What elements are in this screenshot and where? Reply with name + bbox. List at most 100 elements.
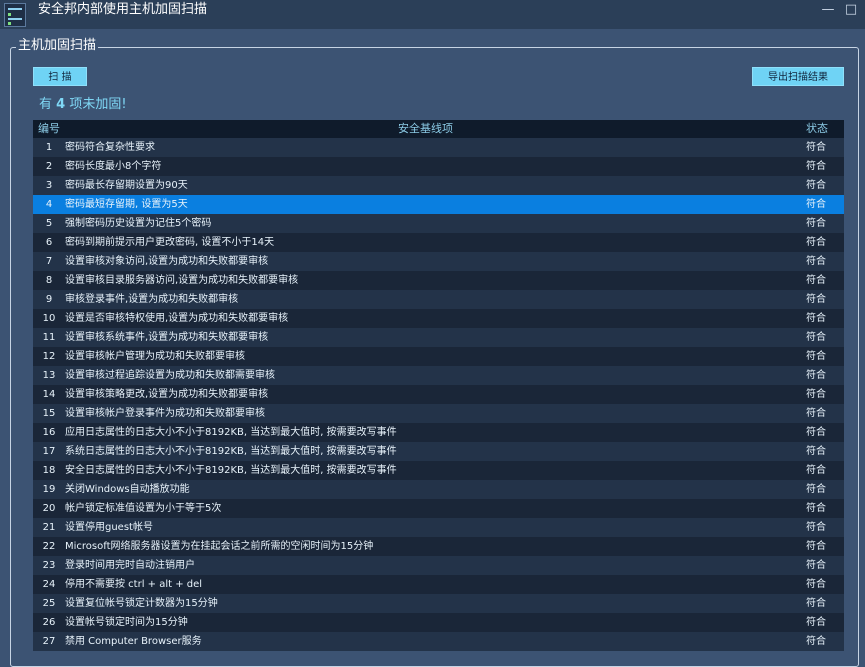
- table-row[interactable]: 17 系统日志属性的日志大小不小于8192KB, 当达到最大值时, 按需要改写事件…: [33, 442, 844, 461]
- row-number: 6: [45, 237, 53, 248]
- row-status: 符合: [806, 351, 826, 362]
- row-baseline-item: 系统日志属性的日志大小不小于8192KB, 当达到最大值时, 按需要改写事件: [65, 446, 397, 457]
- row-status: 符合: [806, 332, 826, 343]
- row-number: 17: [42, 446, 56, 457]
- table-row[interactable]: 11 设置审核系统事件,设置为成功和失败都要审核 符合: [33, 328, 844, 347]
- row-status: 符合: [806, 237, 826, 248]
- row-baseline-item: 密码最短存留期, 设置为5天: [65, 199, 188, 210]
- table-row[interactable]: 6 密码到期前提示用户更改密码, 设置不小于14天 符合: [33, 233, 844, 252]
- table-row[interactable]: 3 密码最长存留期设置为90天 符合: [33, 176, 844, 195]
- row-number: 11: [42, 332, 56, 343]
- row-number: 12: [42, 351, 56, 362]
- header-item[interactable]: 安全基线项: [398, 120, 453, 138]
- table-row[interactable]: 5 强制密码历史设置为记住5个密码 符合: [33, 214, 844, 233]
- row-status: 符合: [806, 446, 826, 457]
- row-number: 2: [45, 161, 53, 172]
- row-status: 符合: [806, 636, 826, 647]
- row-baseline-item: 应用日志属性的日志大小不小于8192KB, 当达到最大值时, 按需要改写事件: [65, 427, 397, 438]
- table-row[interactable]: 10 设置是否审核特权使用,设置为成功和失败都要审核 符合: [33, 309, 844, 328]
- row-status: 符合: [806, 465, 826, 476]
- row-number: 26: [42, 617, 56, 628]
- row-status: 符合: [806, 161, 826, 172]
- row-status: 符合: [806, 199, 826, 210]
- table-row[interactable]: 8 设置审核目录服务器访问,设置为成功和失败都要审核 符合: [33, 271, 844, 290]
- row-status: 符合: [806, 484, 826, 495]
- unhardened-summary: 有 4 项未加固!: [39, 96, 127, 114]
- row-status: 符合: [806, 275, 826, 286]
- row-baseline-item: 关闭Windows自动播放功能: [65, 484, 190, 495]
- table-row[interactable]: 14 设置审核策略更改,设置为成功和失败都要审核 符合: [33, 385, 844, 404]
- table-row[interactable]: 15 设置审核帐户登录事件为成功和失败都要审核 符合: [33, 404, 844, 423]
- row-status: 符合: [806, 256, 826, 267]
- export-results-button[interactable]: 导出扫描结果: [752, 67, 844, 86]
- row-status: 符合: [806, 541, 826, 552]
- summary-prefix: 有: [39, 97, 57, 112]
- table-row[interactable]: 19 关闭Windows自动播放功能 符合: [33, 480, 844, 499]
- row-baseline-item: 设置审核系统事件,设置为成功和失败都要审核: [65, 332, 269, 343]
- table-row[interactable]: 24 停用不需要按 ctrl + alt + del 符合: [33, 575, 844, 594]
- row-number: 25: [42, 598, 56, 609]
- row-baseline-item: 密码长度最小8个字符: [65, 161, 162, 172]
- row-baseline-item: 设置审核过程追踪设置为成功和失败都需要审核: [65, 370, 275, 381]
- row-baseline-item: 设置帐号锁定时间为15分钟: [65, 617, 188, 628]
- unhardened-count: 4: [56, 97, 66, 112]
- header-no[interactable]: 编号: [38, 120, 60, 138]
- row-status: 符合: [806, 142, 826, 153]
- row-baseline-item: 帐户锁定标准值设置为小于等于5次: [65, 503, 222, 514]
- row-status: 符合: [806, 598, 826, 609]
- table-row[interactable]: 26 设置帐号锁定时间为15分钟 符合: [33, 613, 844, 632]
- row-number: 3: [45, 180, 53, 191]
- row-number: 22: [42, 541, 56, 552]
- row-number: 19: [42, 484, 56, 495]
- row-status: 符合: [806, 180, 826, 191]
- row-baseline-item: 强制密码历史设置为记住5个密码: [65, 218, 212, 229]
- row-status: 符合: [806, 503, 826, 514]
- row-baseline-item: 设置是否审核特权使用,设置为成功和失败都要审核: [65, 313, 289, 324]
- table-row[interactable]: 1 密码符合复杂性要求 符合: [33, 138, 844, 157]
- app-shield-list-icon: [4, 3, 26, 27]
- row-baseline-item: 设置审核对象访问,设置为成功和失败都要审核: [65, 256, 269, 267]
- row-number: 21: [42, 522, 56, 533]
- table-row[interactable]: 13 设置审核过程追踪设置为成功和失败都需要审核 符合: [33, 366, 844, 385]
- row-number: 4: [45, 199, 53, 210]
- row-status: 符合: [806, 218, 826, 229]
- table-row[interactable]: 21 设置停用guest帐号 符合: [33, 518, 844, 537]
- table-row[interactable]: 23 登录时间用完时自动注销用户 符合: [33, 556, 844, 575]
- table-row[interactable]: 16 应用日志属性的日志大小不小于8192KB, 当达到最大值时, 按需要改写事件…: [33, 423, 844, 442]
- table-row[interactable]: 25 设置复位帐号锁定计数器为15分钟 符合: [33, 594, 844, 613]
- row-status: 符合: [806, 617, 826, 628]
- row-number: 27: [42, 636, 56, 647]
- table-row[interactable]: 18 安全日志属性的日志大小不小于8192KB, 当达到最大值时, 按需要改写事件…: [33, 461, 844, 480]
- table-row[interactable]: 22 Microsoft网络服务器设置为在挂起会话之前所需的空闲时间为15分钟 符合: [33, 537, 844, 556]
- minimize-button[interactable]: —: [820, 2, 836, 18]
- table-row[interactable]: 12 设置审核帐户管理为成功和失败都要审核 符合: [33, 347, 844, 366]
- window-title: 安全邦内部使用主机加固扫描: [38, 2, 208, 17]
- row-number: 18: [42, 465, 56, 476]
- table-row[interactable]: 7 设置审核对象访问,设置为成功和失败都要审核 符合: [33, 252, 844, 271]
- maximize-button[interactable]: □: [843, 2, 859, 18]
- table-row[interactable]: 2 密码长度最小8个字符 符合: [33, 157, 844, 176]
- row-number: 5: [45, 218, 53, 229]
- row-status: 符合: [806, 313, 826, 324]
- table-header: 编号 安全基线项 状态: [33, 120, 844, 138]
- scan-button[interactable]: 扫 描: [33, 67, 87, 86]
- table-row[interactable]: 27 禁用 Computer Browser服务 符合: [33, 632, 844, 651]
- table-row[interactable]: 9 审核登录事件,设置为成功和失败都审核 符合: [33, 290, 844, 309]
- row-number: 16: [42, 427, 56, 438]
- row-baseline-item: 安全日志属性的日志大小不小于8192KB, 当达到最大值时, 按需要改写事件: [65, 465, 397, 476]
- row-status: 符合: [806, 560, 826, 571]
- row-number: 20: [42, 503, 56, 514]
- row-number: 10: [42, 313, 56, 324]
- table-row[interactable]: 4 密码最短存留期, 设置为5天 符合: [33, 195, 844, 214]
- row-number: 9: [45, 294, 53, 305]
- row-baseline-item: 设置审核策略更改,设置为成功和失败都要审核: [65, 389, 269, 400]
- row-number: 7: [45, 256, 53, 267]
- row-baseline-item: 设置停用guest帐号: [65, 522, 153, 533]
- row-number: 1: [45, 142, 53, 153]
- row-baseline-item: 设置审核帐户管理为成功和失败都要审核: [65, 351, 245, 362]
- row-baseline-item: 审核登录事件,设置为成功和失败都审核: [65, 294, 239, 305]
- header-status[interactable]: 状态: [806, 120, 828, 138]
- row-baseline-item: 登录时间用完时自动注销用户: [65, 560, 195, 571]
- row-baseline-item: 禁用 Computer Browser服务: [65, 636, 202, 647]
- table-row[interactable]: 20 帐户锁定标准值设置为小于等于5次 符合: [33, 499, 844, 518]
